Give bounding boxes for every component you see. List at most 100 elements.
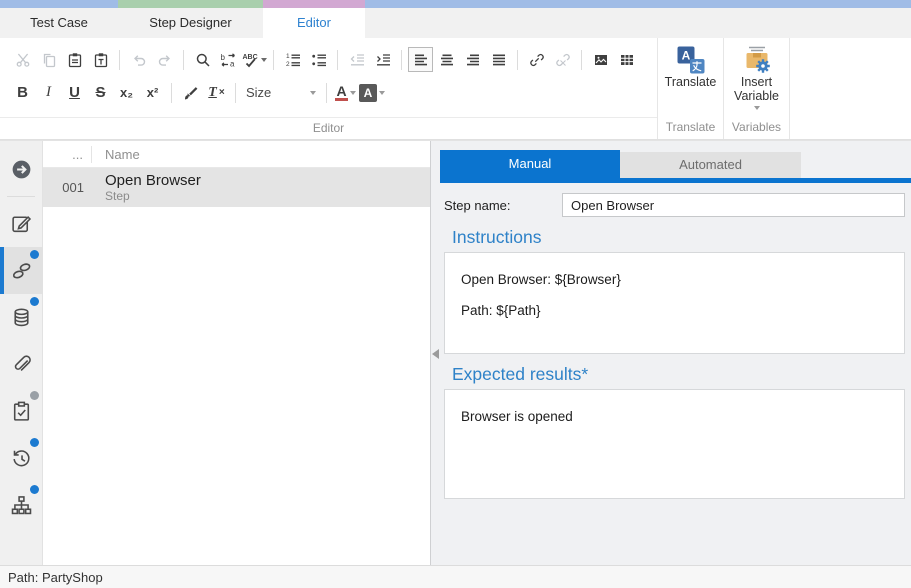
toolbar-separator — [517, 50, 518, 70]
bullet-list-icon[interactable] — [306, 47, 331, 72]
numbered-list-icon[interactable]: 12 — [280, 47, 305, 72]
ribbon-group-variables: Insert Variable Variables — [723, 38, 789, 139]
replace-icon[interactable]: ba — [216, 47, 241, 72]
font-color-button[interactable]: A — [333, 80, 358, 105]
column-header-name[interactable]: Name — [92, 147, 140, 162]
paste-icon[interactable] — [62, 47, 87, 72]
rail-item-forward[interactable] — [0, 146, 43, 193]
image-icon[interactable] — [588, 47, 613, 72]
tab-test-case[interactable]: Test Case — [0, 8, 118, 38]
copy-icon[interactable] — [36, 47, 61, 72]
justify-icon[interactable] — [486, 47, 511, 72]
tab-color-strip — [0, 0, 911, 8]
step-name-cell: Open Browser Step — [92, 172, 201, 203]
rail-item-checklist[interactable] — [0, 388, 43, 435]
rail-item-edit[interactable] — [0, 200, 43, 247]
expected-results-editor[interactable]: Browser is opened — [444, 389, 905, 499]
steps-badge — [30, 250, 39, 259]
left-rail — [0, 141, 43, 565]
unlink-icon[interactable] — [550, 47, 575, 72]
cut-icon[interactable] — [10, 47, 35, 72]
rail-item-hierarchy[interactable] — [0, 482, 43, 529]
ribbon-group-translate: A Translate Translate — [657, 38, 723, 139]
strikethrough-button[interactable]: S — [88, 80, 113, 105]
test-data-badge — [30, 297, 39, 306]
ribbon-group-label-editor: Editor — [0, 117, 657, 139]
highlight-color-button[interactable]: A — [359, 80, 385, 105]
detail-tabs-underline — [440, 178, 911, 183]
toolbar-separator — [401, 50, 402, 70]
undo-icon[interactable] — [126, 47, 151, 72]
font-size-dropdown[interactable]: Size — [242, 80, 320, 105]
italic-button[interactable]: I — [36, 80, 61, 105]
toolbar-row-2: B I U S x₂ x² T× Size A A — [0, 76, 657, 109]
toolbar-separator — [581, 50, 582, 70]
step-detail-panel: Manual Automated Step name: Instructions… — [430, 141, 911, 565]
redo-icon[interactable] — [152, 47, 177, 72]
bold-button[interactable]: B — [10, 80, 35, 105]
spellcheck-icon[interactable]: ABC — [242, 47, 267, 72]
ribbon-empty-area — [789, 38, 911, 139]
align-left-icon[interactable] — [408, 47, 433, 72]
rail-item-attachments[interactable] — [0, 341, 43, 388]
hierarchy-icon — [10, 494, 33, 517]
toolbar-row-1: ba ABC 12 — [0, 43, 657, 76]
underline-button[interactable]: U — [62, 80, 87, 105]
translate-icon: A — [676, 45, 706, 75]
collapse-panel-icon[interactable] — [432, 349, 439, 359]
clipboard-check-icon — [10, 400, 33, 423]
steps-icon — [10, 259, 34, 283]
toolbar-separator — [235, 83, 236, 103]
align-center-icon[interactable] — [434, 47, 459, 72]
svg-text:A: A — [681, 49, 690, 63]
steps-list-panel: ... Name 001 Open Browser Step — [43, 141, 430, 565]
outdent-icon[interactable] — [344, 47, 369, 72]
table-icon[interactable] — [614, 47, 639, 72]
step-type-text: Step — [105, 189, 201, 203]
superscript-button[interactable]: x² — [140, 80, 165, 105]
indent-icon[interactable] — [370, 47, 395, 72]
tab-manual[interactable]: Manual — [440, 150, 620, 178]
link-icon[interactable] — [524, 47, 549, 72]
strip-rest — [365, 0, 911, 8]
column-header-number[interactable]: ... — [43, 146, 92, 163]
spellcheck-dropdown-caret[interactable] — [261, 58, 267, 62]
step-name-text: Open Browser — [105, 172, 201, 189]
detail-tabs: Manual Automated — [440, 150, 911, 178]
strip-stepdesigner — [118, 0, 263, 8]
align-right-icon[interactable] — [460, 47, 485, 72]
svg-text:b: b — [221, 53, 226, 62]
edit-icon — [10, 212, 33, 235]
tab-editor[interactable]: Editor — [263, 8, 365, 38]
step-name-input[interactable] — [562, 193, 905, 217]
rail-item-history[interactable] — [0, 435, 43, 482]
expected-results-heading: Expected results* — [452, 364, 905, 385]
rail-item-steps[interactable] — [0, 247, 43, 294]
svg-text:2: 2 — [286, 60, 290, 67]
forward-circle-icon — [10, 158, 33, 181]
instructions-line: Path: ${Path} — [461, 303, 888, 318]
rail-separator — [7, 196, 35, 197]
subscript-button[interactable]: x₂ — [114, 80, 139, 105]
insert-variable-button[interactable]: Insert Variable — [734, 45, 779, 110]
translate-button[interactable]: A Translate — [665, 45, 717, 89]
strip-testcase — [0, 0, 118, 8]
hierarchy-badge — [30, 485, 39, 494]
tab-step-designer[interactable]: Step Designer — [118, 8, 263, 38]
instructions-editor[interactable]: Open Browser: ${Browser} Path: ${Path} — [444, 252, 905, 354]
tab-automated[interactable]: Automated — [620, 152, 801, 178]
rail-item-test-data[interactable] — [0, 294, 43, 341]
size-caret-icon — [310, 91, 316, 95]
search-icon[interactable] — [190, 47, 215, 72]
strip-editor — [263, 0, 365, 8]
ribbon-group-label-variables: Variables — [724, 117, 789, 139]
format-painter-icon[interactable] — [178, 80, 203, 105]
instructions-line: Open Browser: ${Browser} — [461, 272, 888, 287]
highlight-caret-icon — [379, 91, 385, 95]
svg-text:1: 1 — [286, 53, 290, 60]
step-name-label: Step name: — [444, 198, 562, 213]
clear-format-button[interactable]: T× — [204, 80, 229, 105]
paste-text-icon[interactable] — [88, 47, 113, 72]
database-icon — [10, 306, 33, 329]
table-row[interactable]: 001 Open Browser Step — [43, 168, 430, 207]
